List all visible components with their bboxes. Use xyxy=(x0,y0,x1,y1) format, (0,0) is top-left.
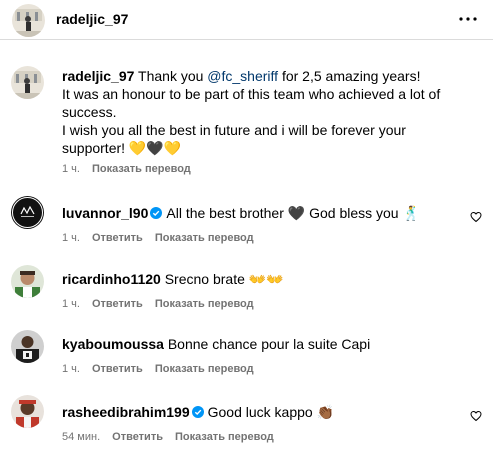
caption-text-after: for 2,5 amazing years! xyxy=(278,68,421,84)
comment-text: All the best brother 🖤 God bless you 🕺 xyxy=(166,205,420,221)
translate-button[interactable]: Показать перевод xyxy=(155,232,254,244)
comment-username[interactable]: luvannor_l90 xyxy=(62,205,148,221)
comment-text: Good luck kappo 👏🏾 xyxy=(207,404,335,420)
comment-time[interactable]: 54 мин. xyxy=(62,431,100,443)
comment-avatar[interactable] xyxy=(11,196,44,229)
reply-button[interactable]: Ответить xyxy=(112,431,163,443)
caption-time[interactable]: 1 ч. xyxy=(62,163,80,175)
translate-button[interactable]: Показать перевод xyxy=(155,298,254,310)
comment-text-line: kyaboumoussa Bonne chance pour la suite … xyxy=(62,335,463,353)
comment-body: luvannor_l90 All the best brother 🖤 God b… xyxy=(62,204,463,244)
verified-badge-icon xyxy=(191,406,204,418)
caption-meta: 1 ч. Показать перевод xyxy=(62,163,453,175)
comment-username[interactable]: kyaboumoussa xyxy=(62,336,164,352)
comment-time[interactable]: 1 ч. xyxy=(62,298,80,310)
comment-username[interactable]: ricardinho1120 xyxy=(62,271,161,287)
verified-badge-icon xyxy=(150,207,163,219)
comment-meta: 1 ч. Ответить Показать перевод xyxy=(62,298,463,310)
caption-username[interactable]: radeljic_97 xyxy=(62,68,134,84)
reply-button[interactable]: Ответить xyxy=(92,298,143,310)
comment-body: kyaboumoussa Bonne chance pour la suite … xyxy=(62,335,463,375)
comment-avatar[interactable] xyxy=(11,265,44,298)
comment-body: rasheedibrahim199 Good luck kappo 👏🏾 54 м… xyxy=(62,403,463,443)
caption-avatar[interactable] xyxy=(11,66,44,99)
comment-meta: 54 мин. Ответить Показать перевод xyxy=(62,431,463,443)
comment-avatar[interactable] xyxy=(11,330,44,363)
comment-avatar[interactable] xyxy=(11,395,44,428)
comment-username[interactable]: rasheedibrahim199 xyxy=(62,404,190,420)
post-header: radeljic_97 xyxy=(0,0,493,40)
comment-time[interactable]: 1 ч. xyxy=(62,363,80,375)
like-heart-icon[interactable] xyxy=(470,410,482,422)
reply-button[interactable]: Ответить xyxy=(92,232,143,244)
author-avatar[interactable] xyxy=(12,4,45,37)
caption-body: radeljic_97 Thank you @fc_sheriff for 2,… xyxy=(62,67,453,175)
comment-text-line: luvannor_l90 All the best brother 🖤 God b… xyxy=(62,204,463,222)
comment-meta: 1 ч. Ответить Показать перевод xyxy=(62,232,463,244)
reply-button[interactable]: Ответить xyxy=(92,363,143,375)
comment-body: ricardinho1120 Srecno brate 👐👐 1 ч. Ответ… xyxy=(62,270,463,310)
caption-text: radeljic_97 Thank you @fc_sheriff for 2,… xyxy=(62,67,453,157)
comment-meta: 1 ч. Ответить Показать перевод xyxy=(62,363,463,375)
caption-line-3: I wish you all the best in future and i … xyxy=(62,122,406,156)
translate-button[interactable]: Показать перевод xyxy=(175,431,274,443)
caption-text-before: Thank you xyxy=(134,68,208,84)
author-username[interactable]: radeljic_97 xyxy=(56,11,128,27)
caption-translate-button[interactable]: Показать перевод xyxy=(92,163,191,175)
comment-text-line: rasheedibrahim199 Good luck kappo 👏🏾 xyxy=(62,403,463,421)
comment-text: Bonne chance pour la suite Capi xyxy=(167,336,371,352)
comment-text-line: ricardinho1120 Srecno brate 👐👐 xyxy=(62,270,463,288)
more-horizontal-icon xyxy=(459,17,477,21)
translate-button[interactable]: Показать перевод xyxy=(155,363,254,375)
instagram-post-comments: radeljic_97 radeljic_97 Thank you @fc_sh… xyxy=(0,0,493,449)
comment-time[interactable]: 1 ч. xyxy=(62,232,80,244)
comment-text: Srecno brate 👐👐 xyxy=(164,271,284,287)
more-options-button[interactable] xyxy=(458,10,478,28)
caption-line-2: It was an honour to be part of this team… xyxy=(62,86,441,120)
mention-link[interactable]: @fc_sheriff xyxy=(207,68,278,84)
like-heart-icon[interactable] xyxy=(470,211,482,223)
